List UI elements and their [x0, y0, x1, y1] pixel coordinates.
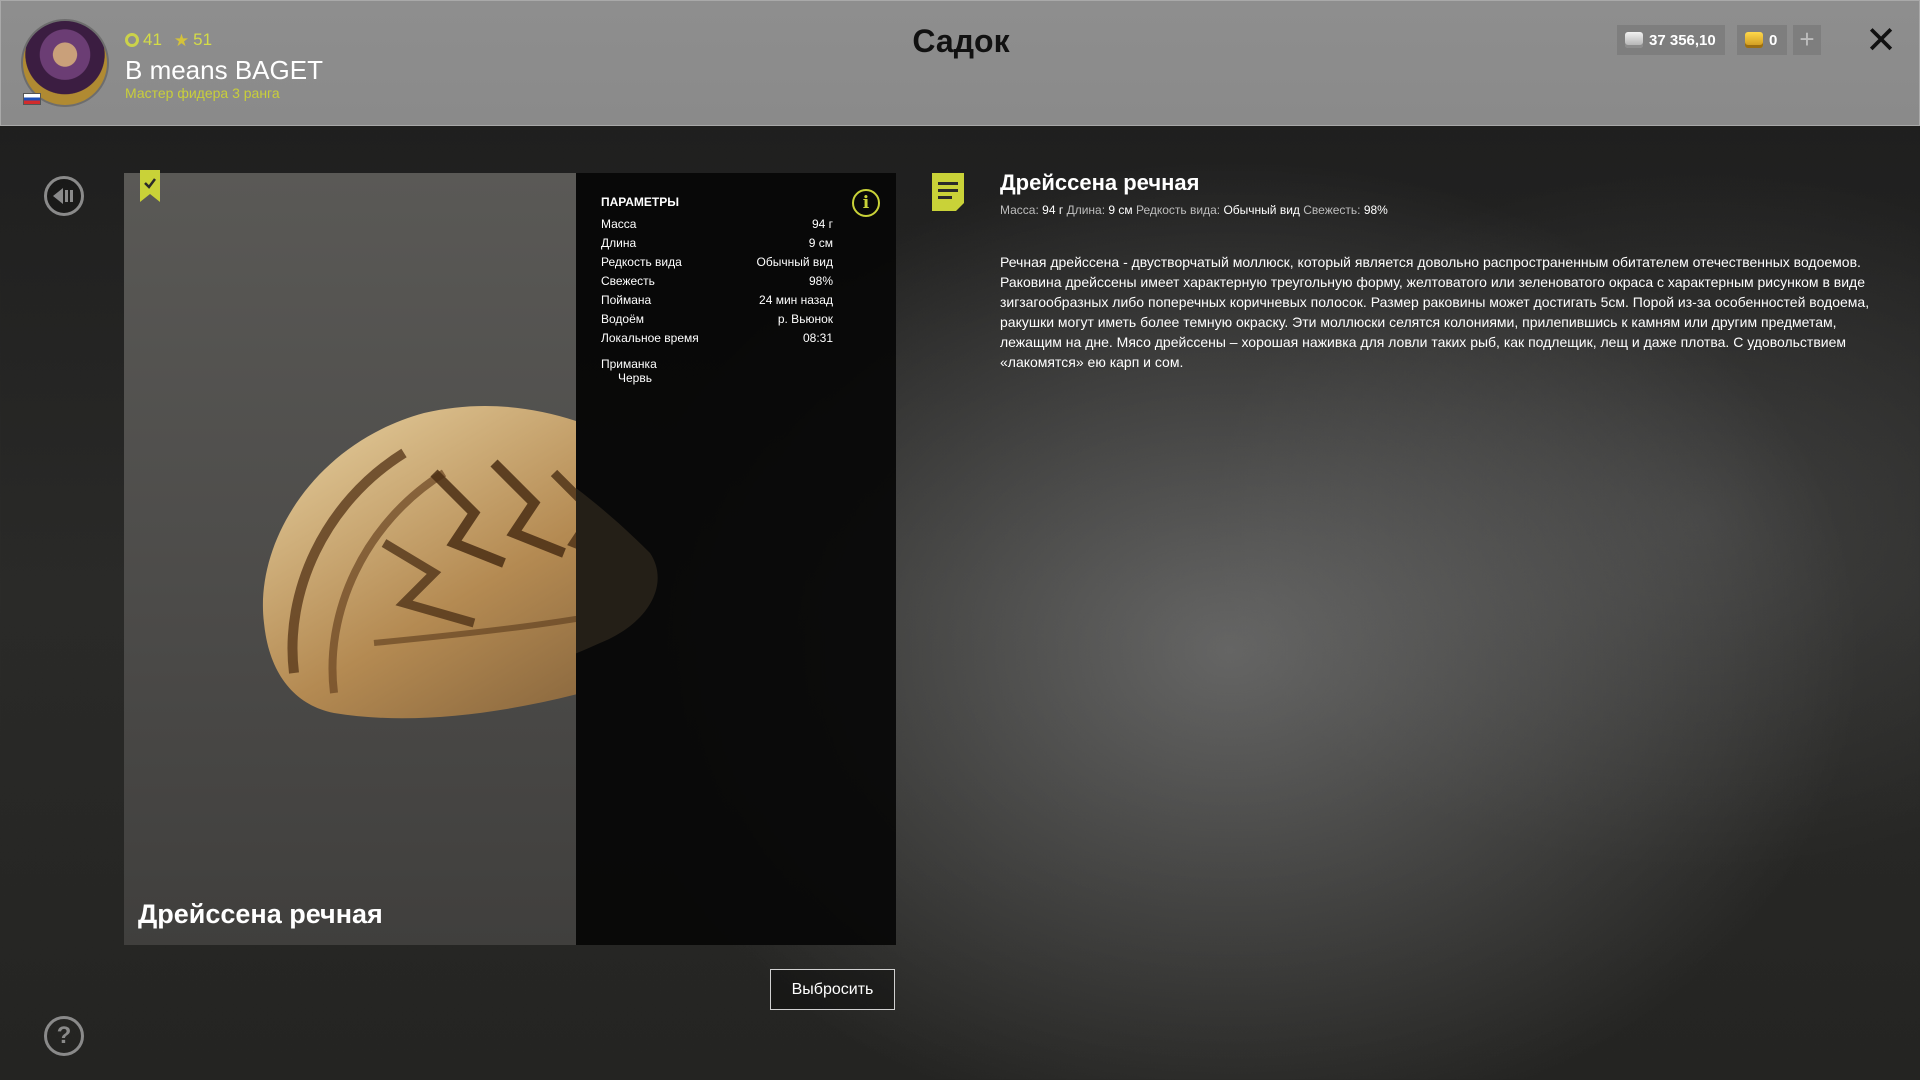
param-row-length: Длина 9 см — [601, 236, 833, 254]
param-row-freshness: Свежесть 98% — [601, 274, 833, 292]
player-rank: Мастер фидера 3 ранга — [125, 85, 280, 101]
param-label: Локальное время — [601, 331, 699, 345]
silver-balance: 37 356,10 — [1617, 25, 1725, 55]
param-value: Обычный вид — [756, 255, 833, 269]
shell-image — [262, 406, 576, 719]
meta-label: Масса: — [1000, 203, 1039, 217]
document-icon — [932, 173, 964, 211]
add-gold-button[interactable]: + — [1793, 25, 1821, 55]
param-label: Длина — [601, 236, 637, 250]
gold-coins-icon — [1745, 32, 1763, 48]
param-label: Масса — [601, 217, 637, 231]
parameters-panel: ПАРАМЕТРЫ i Масса 94 г Длина 9 см Редкос… — [576, 173, 896, 945]
param-value: 9 см — [808, 236, 833, 250]
meta-value: 9 см — [1108, 203, 1133, 217]
param-value: 98% — [808, 274, 833, 288]
meta-label: Свежесть: — [1303, 203, 1361, 217]
meta-label: Редкость вида: — [1135, 203, 1221, 217]
param-row-rarity: Редкость вида Обычный вид — [601, 255, 833, 273]
param-value: 08:31 — [802, 331, 833, 345]
param-label: Водоём — [601, 312, 645, 326]
info-icon[interactable]: i — [852, 189, 880, 217]
param-label: Поймана — [601, 293, 652, 307]
back-button[interactable] — [44, 176, 84, 216]
description-text: Речная дрейссена - двустворчатый моллюск… — [1000, 254, 1870, 370]
shell-image-shadow — [576, 488, 658, 654]
bait-label: Приманка — [601, 357, 657, 371]
fish-name-overlay: Дрейссена речная — [138, 899, 383, 929]
param-value: 24 мин назад — [759, 293, 833, 307]
back-arrow-icon — [53, 188, 73, 204]
param-label: Редкость вида — [601, 255, 682, 269]
param-value: 94 г — [811, 217, 833, 231]
help-button[interactable]: ? — [44, 1016, 84, 1056]
russia-flag-icon — [23, 93, 41, 105]
param-row-caught: Поймана 24 мин назад — [601, 293, 833, 311]
discard-button[interactable]: Выбросить — [770, 969, 895, 1010]
fish-photo-panel: Дрейссена речная — [124, 173, 576, 945]
bookmark-check-icon[interactable] — [140, 170, 160, 202]
meta-label: Длина: — [1066, 203, 1106, 217]
parameters-title: ПАРАМЕТРЫ — [601, 195, 679, 209]
silver-coins-icon — [1625, 32, 1643, 48]
silver-value: 37 356,10 — [1649, 31, 1716, 49]
meta-value: 94 г — [1042, 203, 1064, 217]
param-row-waterbody: Водоём р. Вьюнок — [601, 312, 833, 330]
meta-value: Обычный вид — [1223, 203, 1300, 217]
param-label: Свежесть — [601, 274, 655, 288]
close-button[interactable]: ✕ — [1861, 21, 1901, 61]
meta-value: 98% — [1363, 203, 1388, 217]
param-row-mass: Масса 94 г — [601, 217, 833, 235]
gold-balance: 0 — [1737, 25, 1787, 55]
description-meta: Масса: 94 г Длина: 9 см Редкость вида: О… — [1000, 203, 1388, 217]
param-value: р. Вьюнок — [777, 312, 833, 326]
param-row-local-time: Локальное время 08:31 — [601, 331, 833, 349]
bait-value: Червь — [618, 371, 652, 385]
top-bar: 41 ★ 51 B means BAGET Мастер фидера 3 ра… — [0, 0, 1920, 126]
description-title: Дрейссена речная — [1000, 170, 1200, 195]
gold-value: 0 — [1769, 31, 1778, 49]
